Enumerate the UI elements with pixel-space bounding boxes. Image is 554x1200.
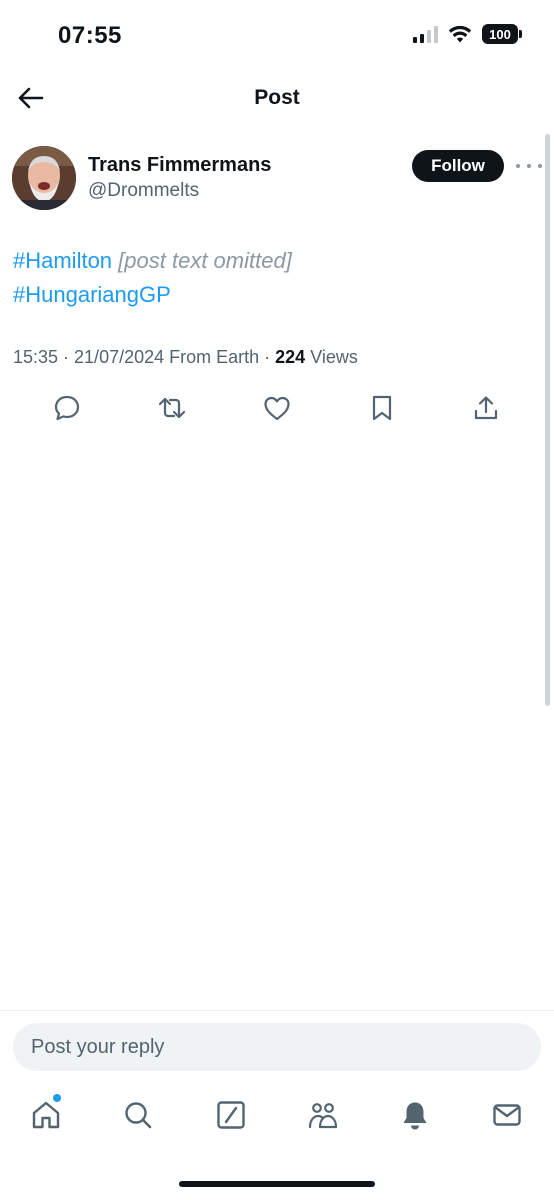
status-time: 07:55	[58, 22, 122, 49]
notification-dot	[53, 1094, 61, 1102]
bookmark-icon	[372, 395, 392, 421]
tab-search[interactable]	[115, 1092, 161, 1138]
repost-button[interactable]	[152, 388, 192, 428]
wifi-icon	[448, 25, 472, 43]
repost-icon	[158, 397, 186, 419]
post-body-line-2: #HungariangGP	[13, 278, 523, 312]
reply-divider	[0, 1010, 554, 1011]
battery-icon: 100	[482, 24, 522, 44]
post-body: #Hamilton [post text omitted] #Hungarian…	[13, 244, 523, 312]
home-icon	[32, 1101, 60, 1129]
communities-icon	[308, 1103, 338, 1129]
hashtag-link[interactable]: #Hamilton	[13, 248, 112, 273]
tab-home[interactable]	[23, 1092, 69, 1138]
views-label: Views	[305, 347, 358, 367]
page-title: Post	[254, 86, 300, 109]
tab-notifications[interactable]	[392, 1092, 438, 1138]
header: Post	[0, 72, 554, 126]
notifications-icon	[403, 1102, 427, 1130]
home-indicator[interactable]	[179, 1181, 375, 1187]
reply-button[interactable]	[47, 388, 87, 428]
post-timestamp[interactable]: 15:35 · 21/07/2024 From Earth ·	[13, 347, 275, 367]
status-icons: 100	[413, 24, 522, 44]
battery-level: 100	[489, 26, 511, 42]
tab-communities[interactable]	[300, 1092, 346, 1138]
views-count: 224	[275, 347, 306, 367]
messages-icon	[493, 1104, 521, 1126]
tab-grok[interactable]	[208, 1092, 254, 1138]
reply-icon	[54, 395, 80, 421]
avatar-image	[12, 146, 76, 210]
share-icon	[474, 396, 498, 420]
post-body-line-1: #Hamilton [post text omitted]	[13, 244, 523, 278]
tab-bar	[0, 1092, 554, 1142]
post-actions	[0, 388, 554, 428]
post-body-omitted: [post text omitted]	[118, 248, 292, 273]
author-handle[interactable]: @Drommelts	[88, 180, 199, 202]
author-name[interactable]: Trans Fimmermans	[88, 154, 271, 177]
status-bar: 07:55 100	[0, 0, 554, 72]
like-icon	[264, 396, 290, 421]
hashtag-link[interactable]: #HungariangGP	[13, 282, 171, 307]
grok-icon	[217, 1101, 245, 1129]
like-button[interactable]	[257, 388, 297, 428]
follow-button[interactable]: Follow	[412, 150, 504, 182]
more-options-icon[interactable]	[516, 156, 542, 176]
author-row: Trans Fimmermans @Drommelts Follow	[12, 146, 542, 212]
cellular-signal-icon	[413, 25, 438, 43]
reply-input[interactable]	[13, 1023, 541, 1071]
tab-messages[interactable]	[484, 1092, 530, 1138]
post-metadata: 15:35 · 21/07/2024 From Earth · 224 View…	[13, 347, 358, 368]
bookmark-button[interactable]	[362, 388, 402, 428]
search-icon	[125, 1102, 152, 1129]
share-button[interactable]	[466, 388, 506, 428]
avatar[interactable]	[12, 146, 76, 210]
